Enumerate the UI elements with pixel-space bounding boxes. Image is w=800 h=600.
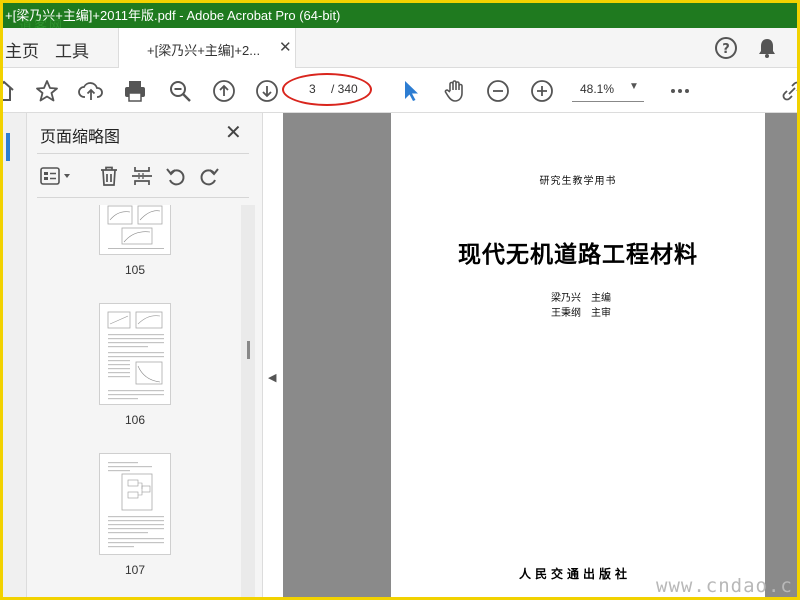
hand-tool-icon[interactable] — [442, 78, 468, 104]
thumbnail-scrollbar[interactable] — [241, 205, 255, 597]
cloud-upload-icon[interactable] — [78, 78, 104, 104]
book-series-label: 研究生教学用书 — [539, 176, 617, 187]
chevron-down-icon: ▼ — [629, 81, 639, 92]
left-nav-rail — [3, 113, 27, 597]
application-window: +[梁乃兴+主编]+2011年版.pdf - Adobe Acrobat Pro… — [0, 0, 800, 600]
document-viewport: 研究生教学用书 现代无机道路工程材料 梁乃兴 主编 王秉纲 主审 人民交通出版社 — [283, 113, 797, 597]
delete-page-icon[interactable] — [97, 164, 121, 188]
zoom-in-icon[interactable] — [529, 78, 555, 104]
zoom-select[interactable]: 48.1% ▼ — [572, 78, 644, 102]
tab-document-label: +[梁乃兴+主编]+2... — [147, 43, 261, 58]
thumbnail-page-number: 106 — [124, 413, 146, 427]
collapse-panel-icon[interactable]: ◀ — [268, 371, 276, 384]
close-panel-icon[interactable]: ✕ — [225, 120, 242, 145]
book-title: 现代无机道路工程材料 — [458, 241, 698, 268]
book-reviewer: 王秉纲 主审 — [551, 308, 611, 319]
page-thumbnail[interactable] — [99, 205, 171, 255]
tab-home[interactable]: 主页 — [5, 37, 39, 62]
panel-resize-handle[interactable] — [247, 341, 250, 359]
page-thumbnail-content — [108, 462, 164, 548]
thumbnail-list: 105 106 107 — [37, 205, 241, 597]
page-thumbnails-panel: 页面缩略图 ✕ 105 106 107 — [27, 113, 263, 597]
rotate-counterclockwise-icon[interactable] — [164, 164, 188, 188]
panel-divider — [37, 197, 249, 198]
bell-icon[interactable] — [755, 36, 779, 60]
thumbnail-options-icon[interactable] — [39, 164, 73, 188]
zoom-out-search-icon[interactable] — [167, 78, 193, 104]
book-publisher: 人民交通出版社 — [519, 567, 632, 581]
watermark-bottom: www.cndao.c — [656, 575, 793, 597]
rotate-clockwise-icon[interactable] — [197, 164, 221, 188]
page-number-highlight-annotation — [282, 73, 372, 106]
panel-title: 页面缩略图 — [40, 129, 121, 146]
link-icon[interactable] — [779, 78, 800, 104]
thumbnail-toolbar — [37, 157, 249, 197]
tab-bar: 主页 工具 +[梁乃兴+主编]+2... ✕ ? — [3, 28, 797, 68]
close-tab-icon[interactable]: ✕ — [279, 38, 292, 56]
pdf-page: 研究生教学用书 现代无机道路工程材料 梁乃兴 主编 王秉纲 主审 人民交通出版社 — [391, 113, 765, 597]
previous-page-icon[interactable] — [211, 78, 237, 104]
home-icon[interactable] — [0, 78, 17, 104]
thumbnail-page-number: 107 — [124, 563, 146, 577]
next-page-icon[interactable] — [254, 78, 280, 104]
print-icon[interactable] — [122, 78, 148, 104]
main-toolbar — [0, 69, 800, 113]
tab-tools[interactable]: 工具 — [55, 37, 89, 62]
svg-text:?: ? — [722, 42, 730, 57]
bookmark-star-icon[interactable] — [34, 78, 60, 104]
page-thumbnail[interactable] — [99, 453, 171, 555]
thumbnail-page-number: 105 — [124, 263, 146, 277]
rail-thumbnails-indicator[interactable] — [6, 133, 10, 161]
tab-document[interactable]: +[梁乃兴+主编]+2... ✕ — [118, 28, 296, 68]
page-thumbnail[interactable] — [99, 303, 171, 405]
book-editor: 梁乃兴 主编 — [551, 293, 611, 304]
panel-divider — [37, 153, 249, 154]
help-icon[interactable]: ? — [714, 36, 738, 60]
more-options-icon[interactable] — [667, 78, 693, 104]
select-cursor-icon[interactable] — [398, 78, 424, 104]
window-titlebar: +[梁乃兴+主编]+2011年版.pdf - Adobe Acrobat Pro… — [3, 3, 797, 28]
page-thumbnail-content — [107, 205, 164, 249]
page-thumbnail-content — [107, 311, 164, 400]
extract-page-icon[interactable] — [130, 164, 154, 188]
zoom-out-icon[interactable] — [485, 78, 511, 104]
zoom-value: 48.1% — [580, 82, 615, 96]
